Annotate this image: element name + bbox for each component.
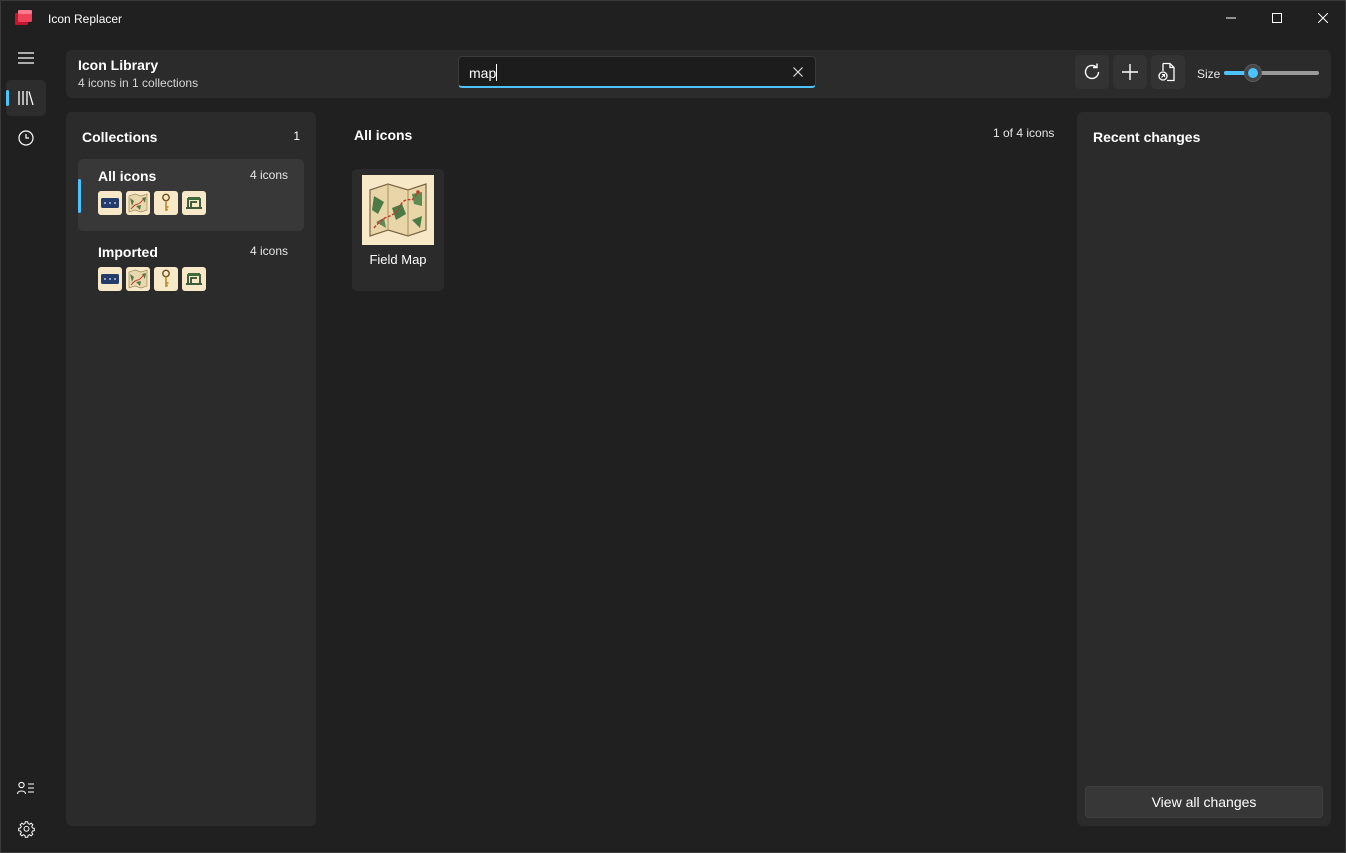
key-thumb <box>154 191 178 215</box>
refresh-button[interactable] <box>1075 55 1109 89</box>
hamburger-icon <box>18 52 34 64</box>
gear-icon <box>17 820 35 838</box>
minimize-icon <box>1226 17 1236 19</box>
clear-search-button[interactable] <box>789 63 807 81</box>
size-label: Size <box>1197 67 1221 81</box>
title-bar: Icon Replacer <box>1 1 1345 35</box>
window-title: Icon Replacer <box>48 12 123 26</box>
nav-accounts-button[interactable] <box>6 770 46 806</box>
close-icon <box>1318 13 1328 23</box>
collection-item-imported[interactable]: Imported 4 icons <box>78 235 304 307</box>
library-title: Icon Library <box>78 57 159 73</box>
recent-changes-title: Recent changes <box>1093 129 1201 145</box>
collections-count: 1 <box>293 129 300 143</box>
maximize-button[interactable] <box>1254 1 1300 35</box>
sewing-machine-thumb <box>182 267 206 291</box>
key-thumb <box>154 267 178 291</box>
library-icon <box>18 91 34 106</box>
text-caret <box>496 64 497 81</box>
collection-icon-count: 4 icons <box>249 168 288 182</box>
icon-label: Field Map <box>369 252 427 267</box>
collection-icon-count: 4 icons <box>249 244 288 258</box>
size-slider[interactable] <box>1224 71 1319 75</box>
map-thumb <box>126 191 150 215</box>
refresh-icon <box>1084 63 1100 80</box>
selected-indicator <box>78 179 81 213</box>
keyboard-thumb <box>98 191 122 215</box>
plus-icon <box>1122 64 1138 80</box>
main-title: All icons <box>354 127 413 143</box>
library-header: Icon Library 4 icons in 1 collections ma… <box>66 50 1331 98</box>
app-logo-icon <box>15 10 32 25</box>
icon-card-field-map[interactable]: Field Map <box>352 169 444 291</box>
menu-button[interactable] <box>6 40 46 76</box>
map-thumb <box>126 267 150 291</box>
nav-history-button[interactable] <box>6 120 46 156</box>
close-icon <box>793 67 803 77</box>
nav-settings-button[interactable] <box>6 811 46 847</box>
library-subtitle: 4 icons in 1 collections <box>78 76 199 90</box>
import-file-button[interactable] <box>1151 55 1185 89</box>
search-input[interactable]: map <box>469 65 496 81</box>
size-slider-thumb[interactable] <box>1243 64 1262 82</box>
add-button[interactable] <box>1113 55 1147 89</box>
nav-library-button[interactable] <box>6 80 46 116</box>
collection-name: Imported <box>98 244 158 260</box>
collections-title: Collections <box>82 129 158 145</box>
maximize-icon <box>1272 13 1282 23</box>
collection-item-all-icons[interactable]: All icons 4 icons <box>78 159 304 231</box>
field-map-icon <box>362 175 434 245</box>
minimize-button[interactable] <box>1208 1 1254 35</box>
collection-name: All icons <box>98 168 157 184</box>
view-all-changes-button[interactable]: View all changes <box>1085 786 1323 818</box>
collections-panel: Collections 1 All icons 4 icons Imported… <box>66 112 316 826</box>
collection-thumbnails <box>98 191 206 215</box>
clock-icon <box>18 130 34 146</box>
collection-thumbnails <box>98 267 206 291</box>
nav-selected-indicator <box>6 90 9 106</box>
close-button[interactable] <box>1300 1 1346 35</box>
person-list-icon <box>17 781 34 795</box>
result-count: 1 of 4 icons <box>993 126 1055 140</box>
file-import-icon <box>1158 62 1175 82</box>
sewing-machine-thumb <box>182 191 206 215</box>
keyboard-thumb <box>98 267 122 291</box>
app-window: Icon Replacer Icon Library 4 icons in 1 … <box>0 0 1346 853</box>
search-box[interactable]: map <box>458 56 816 88</box>
recent-changes-panel: Recent changes View all changes <box>1077 112 1331 826</box>
